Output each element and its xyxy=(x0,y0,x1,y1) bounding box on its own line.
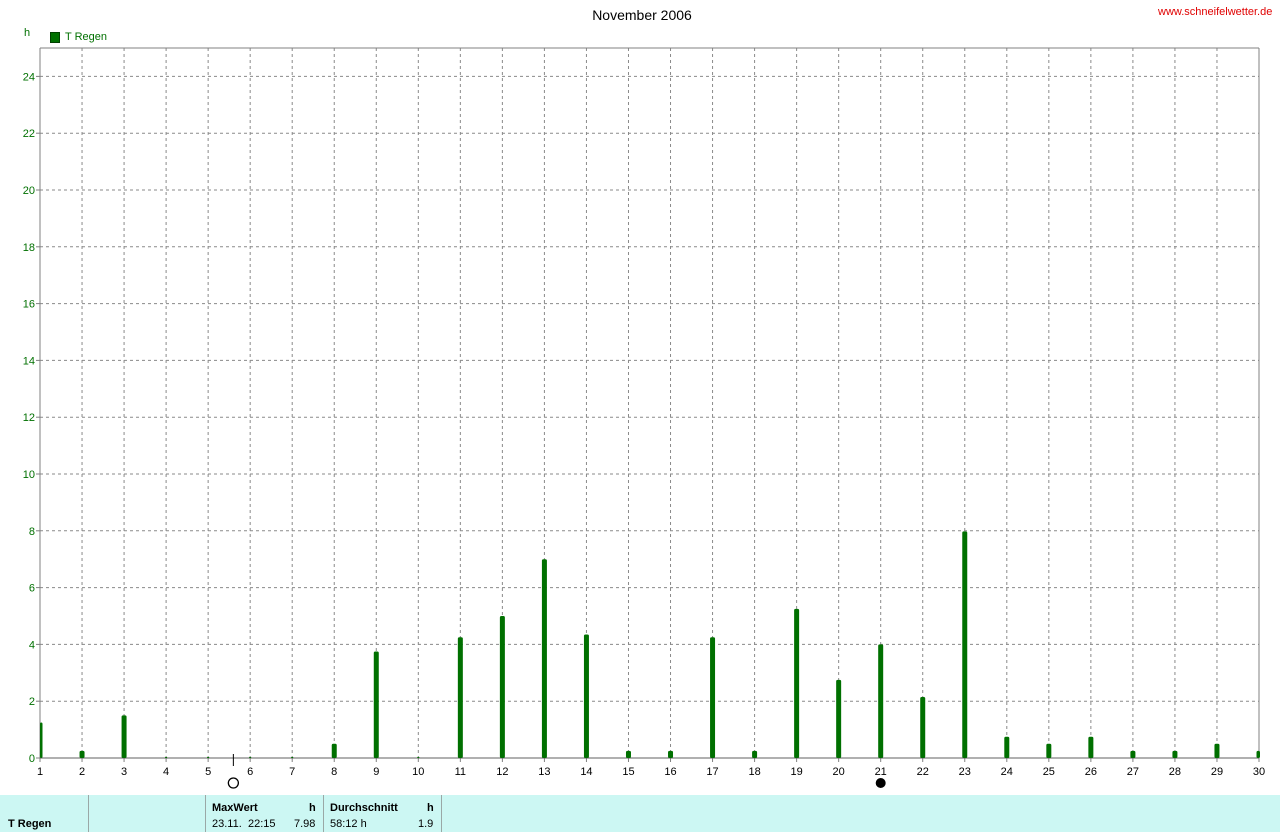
y-tick-label: 4 xyxy=(29,639,35,651)
y-tick-label: 12 xyxy=(23,412,35,424)
bar xyxy=(625,750,631,758)
legend-label: T Regen xyxy=(65,31,107,43)
max-unit: h xyxy=(309,802,316,814)
x-tick-label: 2 xyxy=(79,766,85,778)
max-value: 7.98 xyxy=(294,818,316,830)
bar xyxy=(121,715,127,758)
x-tick-label: 30 xyxy=(1253,766,1265,778)
bar xyxy=(1130,750,1136,758)
x-tick-label: 23 xyxy=(959,766,971,778)
stats-series-label: T Regen xyxy=(8,818,52,830)
x-tick-label: 16 xyxy=(664,766,676,778)
max-header: MaxWert xyxy=(212,802,258,814)
x-tick-label: 14 xyxy=(580,766,592,778)
chart-title: November 2006 xyxy=(592,7,692,23)
bar xyxy=(373,651,379,758)
x-tick-label: 13 xyxy=(538,766,550,778)
rain-duration-chart: 0246810121416182022241 2 3 4 5 6 7 8 9 10 11 12 13 14… xyxy=(23,47,1265,789)
bar xyxy=(1046,743,1052,758)
legend: T Regen xyxy=(50,31,107,43)
x-tick-label: 19 xyxy=(790,766,802,778)
new-moon-icon xyxy=(875,778,886,788)
bar xyxy=(752,750,758,758)
x-tick-label: 17 xyxy=(706,766,718,778)
x-tick-label: 21 xyxy=(875,766,887,778)
x-tick-label: 27 xyxy=(1127,766,1139,778)
x-tick-label: 4 xyxy=(163,766,169,778)
x-tick-label: 7 xyxy=(289,766,295,778)
bar xyxy=(668,750,674,758)
x-tick-label: 12 xyxy=(496,766,508,778)
legend-swatch xyxy=(50,31,60,43)
x-tick-label: 3 xyxy=(121,766,127,778)
max-date: 23.11. xyxy=(212,818,242,830)
grid xyxy=(40,48,1259,758)
bar xyxy=(79,750,85,758)
bar xyxy=(417,757,420,758)
bar xyxy=(794,608,800,758)
divider xyxy=(88,795,89,832)
bar xyxy=(962,531,968,758)
bar xyxy=(878,644,884,758)
avg-value: 1.9 xyxy=(418,818,434,830)
plot-area xyxy=(40,48,1259,758)
x-tick-label: 29 xyxy=(1211,766,1223,778)
x-tick-label: 9 xyxy=(373,766,379,778)
moon-markers xyxy=(227,754,886,789)
bar xyxy=(249,757,252,758)
y-tick-label: 0 xyxy=(29,753,35,765)
x-tick-label: 1 xyxy=(37,766,43,778)
x-tick-label: 18 xyxy=(748,766,760,778)
bar xyxy=(541,559,547,758)
avg-unit: h xyxy=(427,802,434,814)
divider xyxy=(323,795,324,832)
y-tick-label: 8 xyxy=(29,526,35,538)
bar xyxy=(165,757,168,758)
y-tick-label: 16 xyxy=(23,299,35,311)
x-tick-label: 8 xyxy=(331,766,337,778)
bar xyxy=(207,757,210,758)
x-tick-label: 26 xyxy=(1085,766,1097,778)
bar xyxy=(920,696,926,758)
avg-header: Durchschnitt xyxy=(330,802,398,814)
stats-panel: T Regen MaxWert h 23.11. 22:15 7.98 Durc… xyxy=(0,795,1280,832)
bar xyxy=(40,722,43,758)
avg-total: 58:12 h xyxy=(330,818,367,830)
x-tick-label: 22 xyxy=(917,766,929,778)
bar xyxy=(1214,743,1220,758)
x-tick-label: 15 xyxy=(622,766,634,778)
y-tick-label: 22 xyxy=(23,128,35,140)
max-time: 22:15 xyxy=(248,818,276,830)
y-tick-label: 6 xyxy=(29,583,35,595)
divider xyxy=(205,795,206,832)
bar xyxy=(836,679,842,758)
x-tick-label: 11 xyxy=(455,766,466,778)
y-tick-label: 20 xyxy=(23,185,35,197)
y-tick-label: 18 xyxy=(23,242,35,254)
bar xyxy=(499,616,505,758)
bar xyxy=(710,637,716,758)
y-tick-label: 14 xyxy=(23,355,35,367)
x-tick-label: 6 xyxy=(247,766,253,778)
x-tick-label: 25 xyxy=(1043,766,1055,778)
bar xyxy=(583,634,589,758)
y-tick-label: 24 xyxy=(23,71,35,83)
bar xyxy=(291,757,294,758)
x-tick-label: 20 xyxy=(833,766,845,778)
y-tick-label: 10 xyxy=(23,469,35,481)
x-tick-label: 10 xyxy=(412,766,424,778)
bar xyxy=(1172,750,1178,758)
y-axis-unit: h xyxy=(24,27,31,39)
bar xyxy=(1004,736,1010,758)
x-tick-label: 28 xyxy=(1169,766,1181,778)
x-tick-label: 24 xyxy=(1001,766,1013,778)
full-moon-icon xyxy=(227,777,240,789)
divider xyxy=(441,795,442,832)
bar xyxy=(1256,750,1260,758)
y-tick-label: 2 xyxy=(29,696,35,708)
bar xyxy=(457,637,463,758)
x-tick-label: 5 xyxy=(205,766,211,778)
bar xyxy=(331,743,337,758)
bar xyxy=(1088,736,1094,758)
